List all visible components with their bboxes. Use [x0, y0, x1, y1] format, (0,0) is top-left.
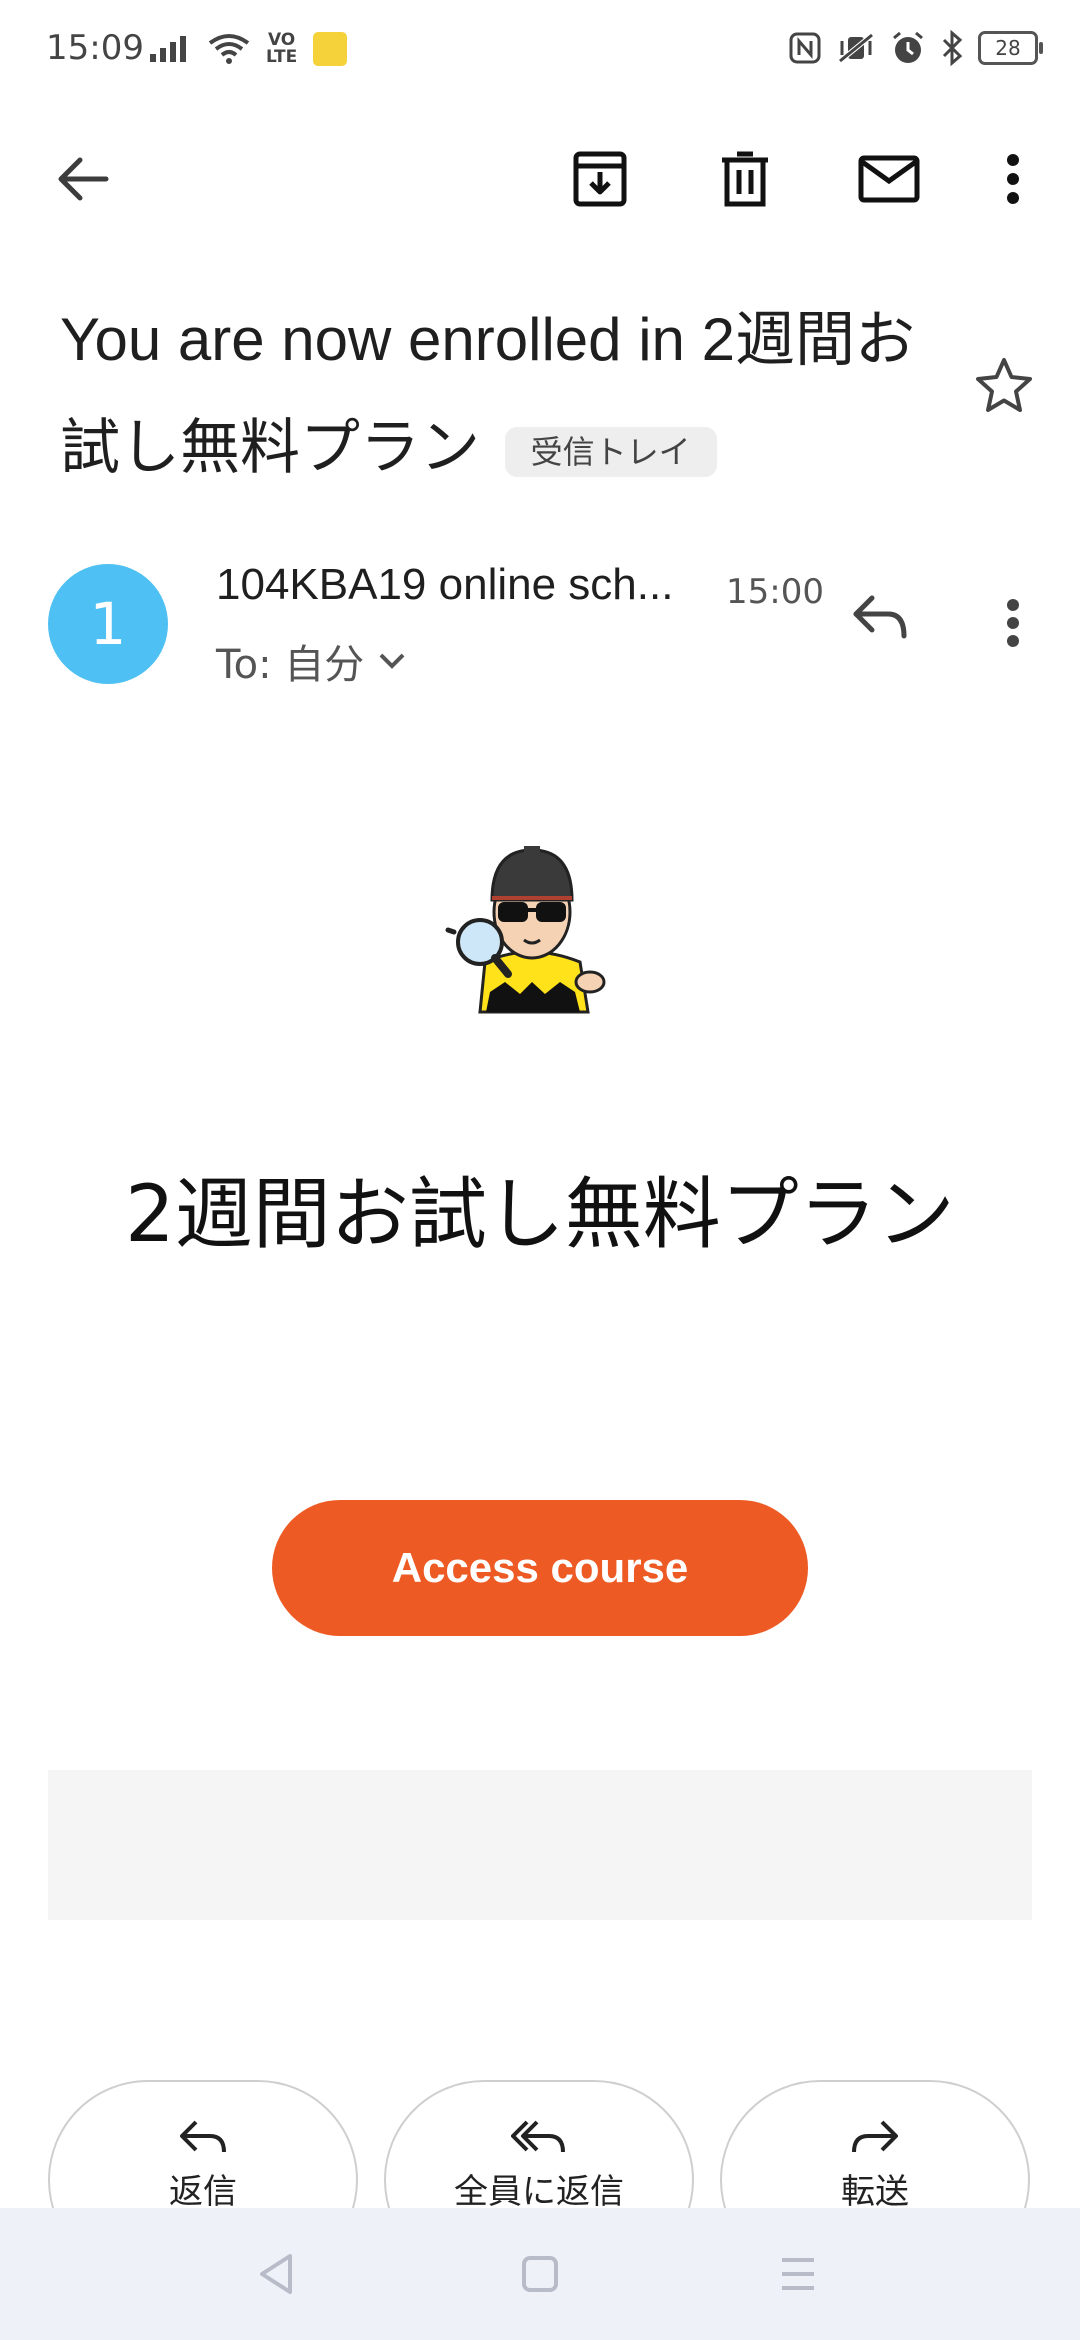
more-vertical-icon	[1007, 154, 1019, 204]
star-button[interactable]	[974, 356, 1034, 418]
volte-indicator: VO LTE	[266, 30, 298, 67]
nav-home-button[interactable]	[520, 2254, 560, 2298]
inbox-label-chip[interactable]: 受信トレイ	[504, 427, 717, 478]
subject-text: You are now enrolled in 2週間お試し無料プラン	[60, 306, 915, 481]
battery-indicator: 28	[978, 31, 1043, 65]
hero-title: 2週間お試し無料プラン	[125, 1170, 955, 1260]
sender-avatar[interactable]: 1	[48, 564, 168, 684]
message-more-button[interactable]	[1006, 598, 1020, 652]
menu-lines-icon	[782, 2258, 814, 2290]
access-course-button[interactable]: Access course	[272, 1500, 808, 1636]
nav-recents-button[interactable]	[778, 2256, 818, 2296]
reply-button[interactable]	[850, 592, 910, 644]
delete-button[interactable]	[700, 134, 790, 224]
nav-back-button[interactable]	[256, 2252, 296, 2300]
envelope-icon	[858, 155, 920, 203]
star-icon	[976, 358, 1032, 412]
email-time: 15:00	[726, 572, 824, 612]
signal-icon	[150, 36, 186, 62]
email-subject: You are now enrolled in 2週間お試し無料プラン 受信トレ…	[60, 286, 960, 502]
more-vertical-icon	[1007, 599, 1019, 647]
mascot-illustration	[440, 822, 620, 1026]
reply-all-icon	[511, 2120, 565, 2153]
recipient-text: To: 自分	[216, 642, 365, 688]
alarm-icon	[893, 31, 923, 63]
mark-unread-button[interactable]	[844, 134, 934, 224]
status-left-icons: VO LTE	[148, 30, 348, 67]
vibrate-off-icon	[838, 33, 874, 63]
forward-action-label: 転送	[841, 2172, 909, 2212]
forward-icon	[852, 2120, 898, 2153]
archive-icon	[573, 151, 627, 207]
archive-button[interactable]	[555, 134, 645, 224]
status-time: 15:09	[46, 28, 144, 68]
nfc-icon	[789, 32, 821, 64]
bluetooth-icon	[942, 30, 963, 66]
reply-all-action-label: 全員に返信	[454, 2172, 624, 2212]
email-footer-block	[48, 1770, 1032, 1920]
chevron-down-icon	[379, 653, 405, 669]
sender-name[interactable]: 104KBA19 online sch...	[216, 560, 673, 610]
status-right-icons: 28	[788, 30, 1043, 66]
triangle-back-icon	[260, 2254, 292, 2294]
system-navigation-bar	[0, 2208, 1080, 2340]
more-options-button[interactable]	[968, 134, 1058, 224]
back-button[interactable]	[38, 134, 128, 224]
reply-icon	[853, 595, 907, 639]
wifi-icon	[208, 34, 250, 64]
square-home-icon	[522, 2256, 558, 2292]
app-notification-icon	[313, 32, 348, 66]
arrow-left-icon	[58, 157, 109, 201]
reply-icon	[180, 2120, 226, 2153]
recipient-details-toggle[interactable]: To: 自分	[216, 632, 406, 690]
trash-icon	[722, 151, 768, 207]
reply-action-label: 返信	[169, 2172, 237, 2212]
